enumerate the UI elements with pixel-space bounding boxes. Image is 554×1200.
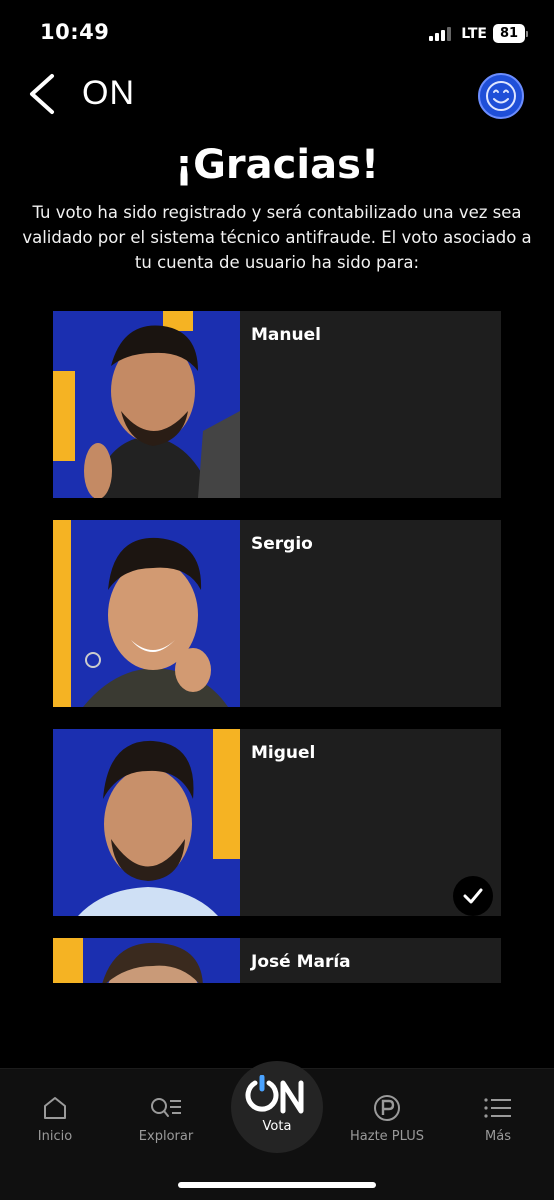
status-bar: 10:49 LTE 81 [0, 0, 554, 66]
nav-item-mas[interactable]: Más [453, 1093, 543, 1144]
menu-icon [484, 1098, 511, 1118]
home-indicator[interactable] [178, 1182, 376, 1188]
nav-label: Inicio [37, 1129, 73, 1144]
on-logo-icon [245, 1075, 304, 1114]
candidate-name: Manuel [251, 325, 321, 345]
home-icon [44, 1097, 66, 1119]
nav-item-hazte-plus[interactable]: Hazte PLUS [342, 1093, 432, 1144]
nav-item-inicio[interactable]: Inicio [10, 1093, 100, 1144]
vote-confirmation-message: Tu voto ha sido registrado y será contab… [22, 203, 532, 272]
network-type: LTE [461, 25, 487, 42]
battery-level: 81 [493, 24, 525, 43]
nav-item-explorar[interactable]: Explorar [121, 1093, 211, 1144]
candidate-photo [53, 311, 240, 498]
candidate-name: Miguel [251, 743, 316, 763]
page-title: ON [82, 74, 135, 112]
candidate-name: Sergio [251, 534, 313, 554]
nav-label: Vota [262, 1119, 292, 1134]
app-header: ON [0, 66, 554, 126]
status-indicators: LTE 81 [429, 24, 528, 43]
status-time: 10:49 [40, 20, 110, 44]
candidate-card-miguel[interactable]: Miguel [53, 729, 501, 916]
battery-icon: 81 [493, 24, 528, 43]
candidate-photo [53, 938, 240, 983]
candidate-photo [53, 520, 240, 707]
candidate-photo [53, 729, 240, 916]
bottom-navigation: Inicio Explorar Vota Hazte PLUS Más [0, 1061, 554, 1200]
selected-check-badge [453, 876, 493, 916]
plus-badge-icon [374, 1095, 400, 1121]
nav-label: Hazte PLUS [350, 1129, 424, 1144]
candidate-card-sergio[interactable]: Sergio [53, 520, 501, 707]
nav-item-vota[interactable]: Vota [231, 1061, 323, 1153]
signal-icon [429, 26, 452, 41]
thanks-heading: ¡Gracias! [174, 142, 380, 188]
user-avatar-button[interactable] [478, 73, 524, 119]
candidate-card-jose-maria[interactable]: José María [53, 938, 501, 983]
candidate-card-manuel[interactable]: Manuel [53, 311, 501, 498]
smiley-avatar-icon [486, 81, 516, 111]
candidate-list: Manuel Sergio Miguel José María [53, 311, 501, 983]
candidate-name: José María [251, 952, 351, 972]
back-button[interactable] [26, 72, 58, 116]
chevron-left-icon [30, 74, 54, 114]
nav-label: Explorar [138, 1129, 194, 1144]
explore-icon [151, 1098, 181, 1117]
check-icon [463, 888, 483, 904]
nav-label: Más [485, 1129, 511, 1144]
